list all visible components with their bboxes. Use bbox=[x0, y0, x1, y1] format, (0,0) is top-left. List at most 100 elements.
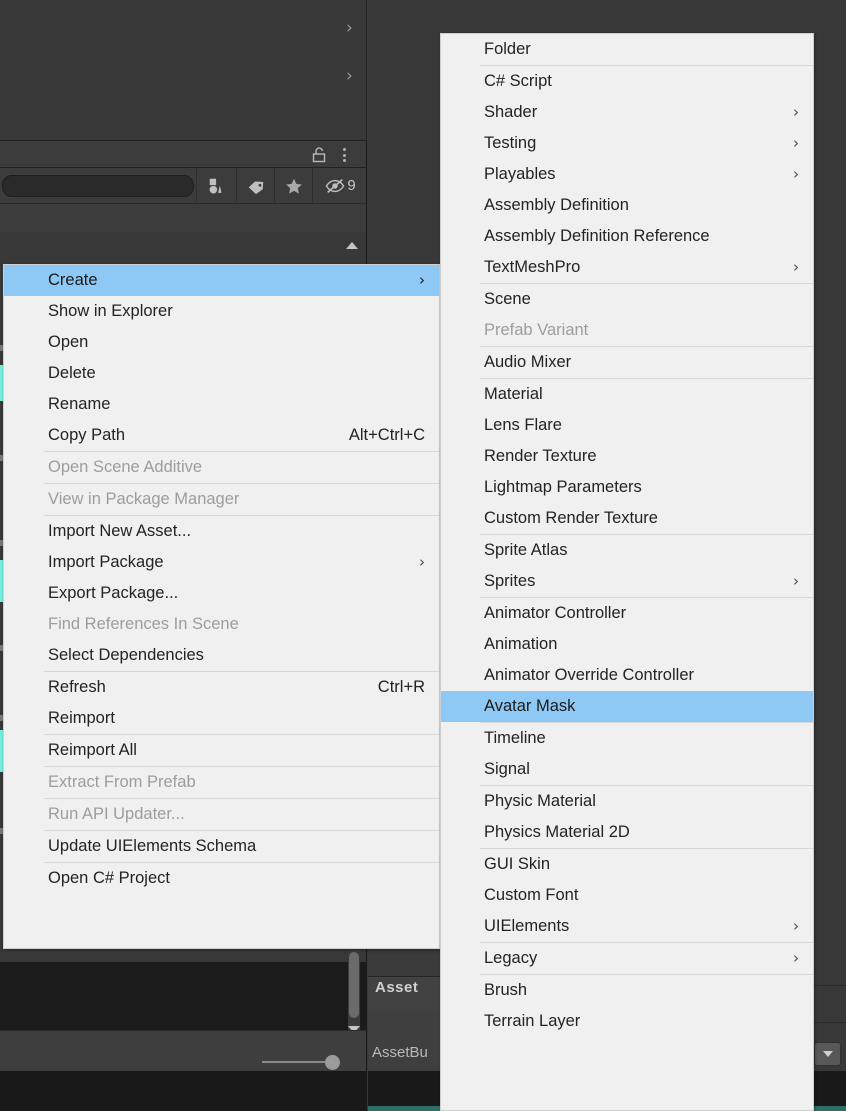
menu-item-label: Lightmap Parameters bbox=[484, 478, 642, 496]
create-item-signal[interactable]: Signal bbox=[441, 754, 813, 785]
create-item-custom-render-texture[interactable]: Custom Render Texture bbox=[441, 503, 813, 534]
create-item-timeline[interactable]: Timeline bbox=[441, 723, 813, 754]
menu-item-label: Avatar Mask bbox=[484, 697, 576, 715]
create-item-physics-material-2d[interactable]: Physics Material 2D bbox=[441, 817, 813, 848]
menu-item-label: Folder bbox=[484, 40, 531, 58]
menu-item-export-package[interactable]: Export Package... bbox=[4, 578, 439, 609]
menu-item-label: Sprite Atlas bbox=[484, 541, 568, 559]
create-item-assembly-definition-reference[interactable]: Assembly Definition Reference bbox=[441, 221, 813, 252]
menu-item-update-uielements-schema[interactable]: Update UIElements Schema bbox=[4, 831, 439, 862]
menu-item-label: C# Script bbox=[484, 72, 552, 90]
menu-item-label: Testing bbox=[484, 134, 537, 152]
editor-background-left bbox=[0, 0, 367, 141]
create-item-render-texture[interactable]: Render Texture bbox=[441, 441, 813, 472]
create-item-playables[interactable]: Playables › bbox=[441, 159, 813, 190]
create-item-textmeshpro[interactable]: TextMeshPro › bbox=[441, 252, 813, 283]
chevron-right-icon: › bbox=[419, 271, 425, 289]
menu-item-label: Legacy bbox=[484, 949, 538, 967]
menu-item-label: Material bbox=[484, 385, 543, 403]
menu-item-label: Animation bbox=[484, 635, 558, 653]
create-item-sprite-atlas[interactable]: Sprite Atlas bbox=[441, 535, 813, 566]
create-item-terrain-layer[interactable]: Terrain Layer bbox=[441, 1006, 813, 1037]
create-item-scene[interactable]: Scene bbox=[441, 284, 813, 315]
menu-item-label: Custom Font bbox=[484, 886, 579, 904]
chevron-right-icon: › bbox=[793, 949, 799, 967]
create-item-animation[interactable]: Animation bbox=[441, 629, 813, 660]
menu-item-shortcut: Alt+Ctrl+C bbox=[348, 426, 425, 444]
create-item-animator-override-controller[interactable]: Animator Override Controller bbox=[441, 660, 813, 691]
zoom-slider-knob[interactable] bbox=[325, 1055, 340, 1070]
menu-item-delete[interactable]: Delete bbox=[4, 358, 439, 389]
menu-item-label: Open C# Project bbox=[48, 869, 170, 887]
chevron-right-icon: › bbox=[793, 572, 799, 590]
create-item-animator-controller[interactable]: Animator Controller bbox=[441, 598, 813, 629]
asset-list-scrollbar-thumb[interactable] bbox=[349, 952, 359, 1018]
menu-item-select-dependencies[interactable]: Select Dependencies bbox=[4, 640, 439, 671]
menu-item-label: Select Dependencies bbox=[48, 646, 204, 664]
create-item-sprites[interactable]: Sprites › bbox=[441, 566, 813, 597]
menu-item-create[interactable]: Create › bbox=[4, 265, 439, 296]
unity-editor-screen: › › 9 Asset AssetBu Create › Show in Exp… bbox=[0, 0, 846, 1111]
menu-item-label: Brush bbox=[484, 981, 528, 999]
create-item-avatar-mask[interactable]: Avatar Mask bbox=[441, 691, 813, 722]
create-item-c-script[interactable]: C# Script bbox=[441, 66, 813, 97]
menu-item-label: TextMeshPro bbox=[484, 258, 581, 276]
create-item-uielements[interactable]: UIElements › bbox=[441, 911, 813, 942]
menu-item-label: Lens Flare bbox=[484, 416, 562, 434]
create-item-custom-font[interactable]: Custom Font bbox=[441, 880, 813, 911]
star-filter-icon[interactable] bbox=[274, 168, 312, 203]
create-item-physic-material[interactable]: Physic Material bbox=[441, 786, 813, 817]
menu-item-view-in-package-manager: View in Package Manager bbox=[4, 484, 439, 515]
menu-item-label: Delete bbox=[48, 364, 96, 382]
menu-item-rename[interactable]: Rename bbox=[4, 389, 439, 420]
chevron-right-icon: › bbox=[793, 134, 799, 152]
create-item-assembly-definition[interactable]: Assembly Definition bbox=[441, 190, 813, 221]
background-chevron-icon-2: › bbox=[346, 66, 353, 86]
menu-item-show-in-explorer[interactable]: Show in Explorer bbox=[4, 296, 439, 327]
create-item-brush[interactable]: Brush bbox=[441, 975, 813, 1006]
hidden-eye-icon[interactable]: 9 bbox=[312, 168, 367, 203]
menu-item-import-package[interactable]: Import Package › bbox=[4, 547, 439, 578]
menu-item-label: Extract From Prefab bbox=[48, 773, 196, 791]
menu-item-reimport[interactable]: Reimport bbox=[4, 703, 439, 734]
menu-item-open-c-project[interactable]: Open C# Project bbox=[4, 863, 439, 894]
menu-item-label: Reimport All bbox=[48, 741, 137, 759]
chevron-right-icon: › bbox=[793, 165, 799, 183]
menu-item-run-api-updater: Run API Updater... bbox=[4, 799, 439, 830]
chevron-down-icon[interactable] bbox=[814, 1042, 841, 1066]
create-item-gui-skin[interactable]: GUI Skin bbox=[441, 849, 813, 880]
create-item-material[interactable]: Material bbox=[441, 379, 813, 410]
create-item-lightmap-parameters[interactable]: Lightmap Parameters bbox=[441, 472, 813, 503]
scroll-up-arrow-icon[interactable] bbox=[346, 242, 358, 249]
menu-item-label: Open Scene Additive bbox=[48, 458, 203, 476]
create-item-legacy[interactable]: Legacy › bbox=[441, 943, 813, 974]
menu-item-reimport-all[interactable]: Reimport All bbox=[4, 735, 439, 766]
menu-item-label: Show in Explorer bbox=[48, 302, 173, 320]
menu-item-label: View in Package Manager bbox=[48, 490, 240, 508]
menu-item-label: Physics Material 2D bbox=[484, 823, 630, 841]
menu-item-label: Copy Path bbox=[48, 426, 126, 444]
create-item-folder[interactable]: Folder bbox=[441, 34, 813, 65]
menu-item-copy-path[interactable]: Copy Path Alt+Ctrl+C bbox=[4, 420, 439, 451]
create-item-shader[interactable]: Shader › bbox=[441, 97, 813, 128]
kebab-menu-icon[interactable] bbox=[338, 146, 350, 164]
menu-item-label: Animator Controller bbox=[484, 604, 627, 622]
menu-item-label: Assembly Definition Reference bbox=[484, 227, 710, 245]
menu-item-label: Assembly Definition bbox=[484, 196, 629, 214]
tag-filter-icon[interactable] bbox=[236, 168, 274, 203]
menu-item-label: Shader bbox=[484, 103, 538, 121]
create-item-testing[interactable]: Testing › bbox=[441, 128, 813, 159]
shapes-filter-icon[interactable] bbox=[196, 168, 236, 203]
zoom-slider-track[interactable] bbox=[262, 1061, 334, 1063]
lock-icon[interactable] bbox=[311, 147, 327, 163]
menu-item-import-new-asset[interactable]: Import New Asset... bbox=[4, 516, 439, 547]
create-item-audio-mixer[interactable]: Audio Mixer bbox=[441, 347, 813, 378]
create-item-lens-flare[interactable]: Lens Flare bbox=[441, 410, 813, 441]
menu-item-refresh[interactable]: Refresh Ctrl+R bbox=[4, 672, 439, 703]
chevron-right-icon: › bbox=[793, 103, 799, 121]
menu-item-label: Scene bbox=[484, 290, 531, 308]
menu-item-label: Run API Updater... bbox=[48, 805, 185, 823]
menu-item-label: Export Package... bbox=[48, 584, 179, 602]
menu-item-open[interactable]: Open bbox=[4, 327, 439, 358]
search-input[interactable] bbox=[2, 175, 194, 197]
